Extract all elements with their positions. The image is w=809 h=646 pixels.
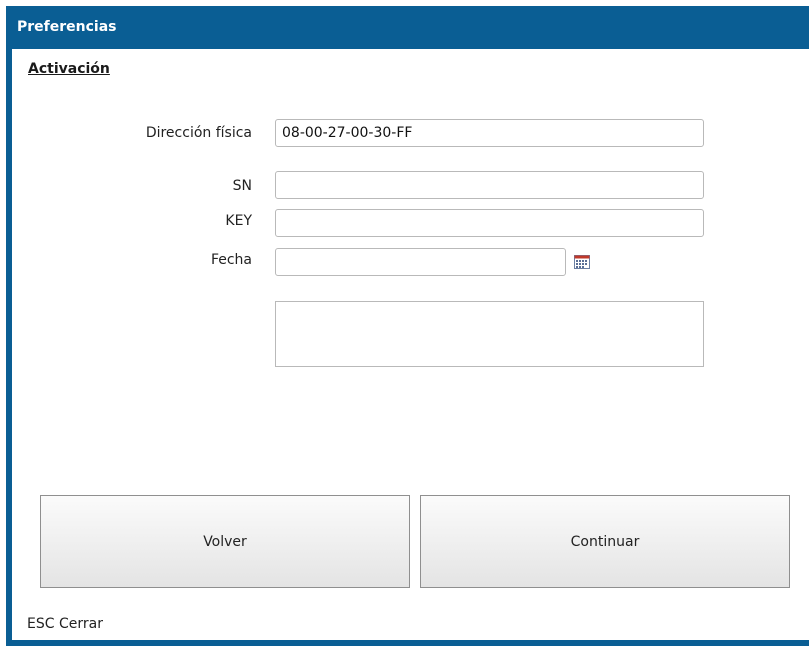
window-content: Activación Dirección física SN KEY Fecha… [12, 49, 809, 640]
key-field[interactable] [275, 209, 704, 237]
window-title: Preferencias [17, 19, 117, 35]
back-button[interactable]: Volver [40, 495, 410, 588]
message-box[interactable] [275, 301, 704, 367]
mac-address-field[interactable] [275, 119, 704, 147]
sn-field[interactable] [275, 171, 704, 199]
date-field[interactable] [275, 248, 566, 276]
esc-close-hint: ESC Cerrar [27, 616, 103, 632]
mac-address-label: Dirección física [145, 125, 252, 141]
sn-label: SN [232, 178, 252, 194]
key-label: KEY [225, 213, 252, 229]
section-title: Activación [28, 61, 110, 77]
date-label: Fecha [210, 252, 252, 268]
continue-button[interactable]: Continuar [420, 495, 790, 588]
calendar-icon[interactable] [574, 255, 590, 269]
preferences-window: Preferencias Activación Dirección física… [6, 6, 809, 646]
